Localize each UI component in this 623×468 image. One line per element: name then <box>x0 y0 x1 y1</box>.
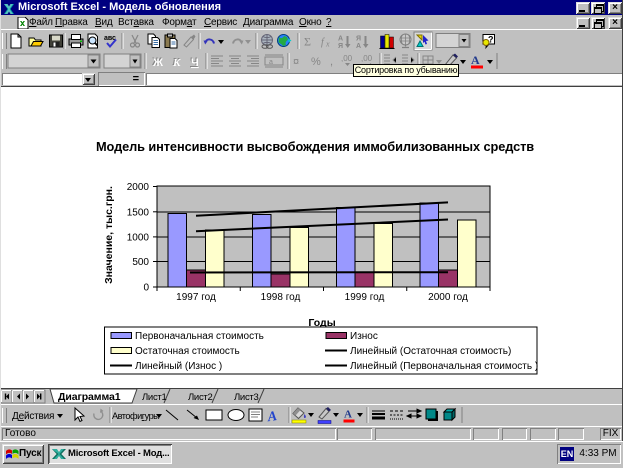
svg-text:Лист1: Лист1 <box>142 392 166 403</box>
svg-text:Первоначальная стоимость: Первоначальная стоимость <box>135 331 264 342</box>
svg-text:,00: ,00 <box>341 54 353 63</box>
svg-text:1000: 1000 <box>127 232 150 243</box>
svg-text:Лист3: Лист3 <box>234 392 258 403</box>
svg-text:%: % <box>311 56 321 68</box>
svg-text:Действия: Действия <box>12 411 54 422</box>
svg-text:x: x <box>325 40 330 49</box>
svg-text:Остаточная стоимость: Остаточная стоимость <box>135 346 240 357</box>
svg-text:А: А <box>338 36 343 43</box>
svg-text:1500: 1500 <box>127 207 150 218</box>
svg-text:1998 год: 1998 год <box>261 292 301 303</box>
svg-text:Значение, тыс.грн.: Значение, тыс.грн. <box>103 186 115 284</box>
svg-text:Σ: Σ <box>304 35 311 49</box>
svg-text:A: A <box>266 409 278 425</box>
svg-text:Я: Я <box>338 43 343 50</box>
svg-text:500: 500 <box>132 257 149 268</box>
svg-text:1997 год: 1997 год <box>176 292 216 303</box>
svg-text:К: К <box>172 57 181 69</box>
svg-text:Ч: Ч <box>191 57 199 69</box>
svg-text:А: А <box>344 409 352 421</box>
svg-text:a: a <box>269 59 273 66</box>
svg-text:?: ? <box>488 35 494 45</box>
svg-text:Ж: Ж <box>152 57 163 69</box>
svg-text:1999 год: 1999 год <box>345 292 385 303</box>
svg-text:А: А <box>356 43 361 50</box>
svg-text:Модель интенсивности высвобожд: Модель интенсивности высвобождения иммоб… <box>96 139 534 154</box>
svg-text:Линейный (Износ ): Линейный (Износ ) <box>135 361 222 372</box>
svg-text:f: f <box>321 37 325 48</box>
svg-text:Диаграмма1: Диаграмма1 <box>58 391 121 403</box>
svg-text:¤: ¤ <box>293 56 299 68</box>
svg-text:Линейный (Первоначальная стоим: Линейный (Первоначальная стоимость ) <box>350 361 538 372</box>
svg-text:Автофигуры: Автофигуры <box>112 411 159 421</box>
svg-text:,: , <box>330 56 333 68</box>
svg-text:0: 0 <box>143 283 149 294</box>
svg-text:А: А <box>471 53 480 67</box>
svg-text:Лист2: Лист2 <box>188 392 212 403</box>
svg-text:Я: Я <box>356 36 361 43</box>
svg-text:2000: 2000 <box>127 182 150 193</box>
svg-text:Износ: Износ <box>350 331 378 342</box>
svg-text:,00: ,00 <box>361 54 373 63</box>
svg-text:2000 год: 2000 год <box>428 292 468 303</box>
svg-text:Линейный (Остаточная стоимость: Линейный (Остаточная стоимость) <box>350 346 511 357</box>
